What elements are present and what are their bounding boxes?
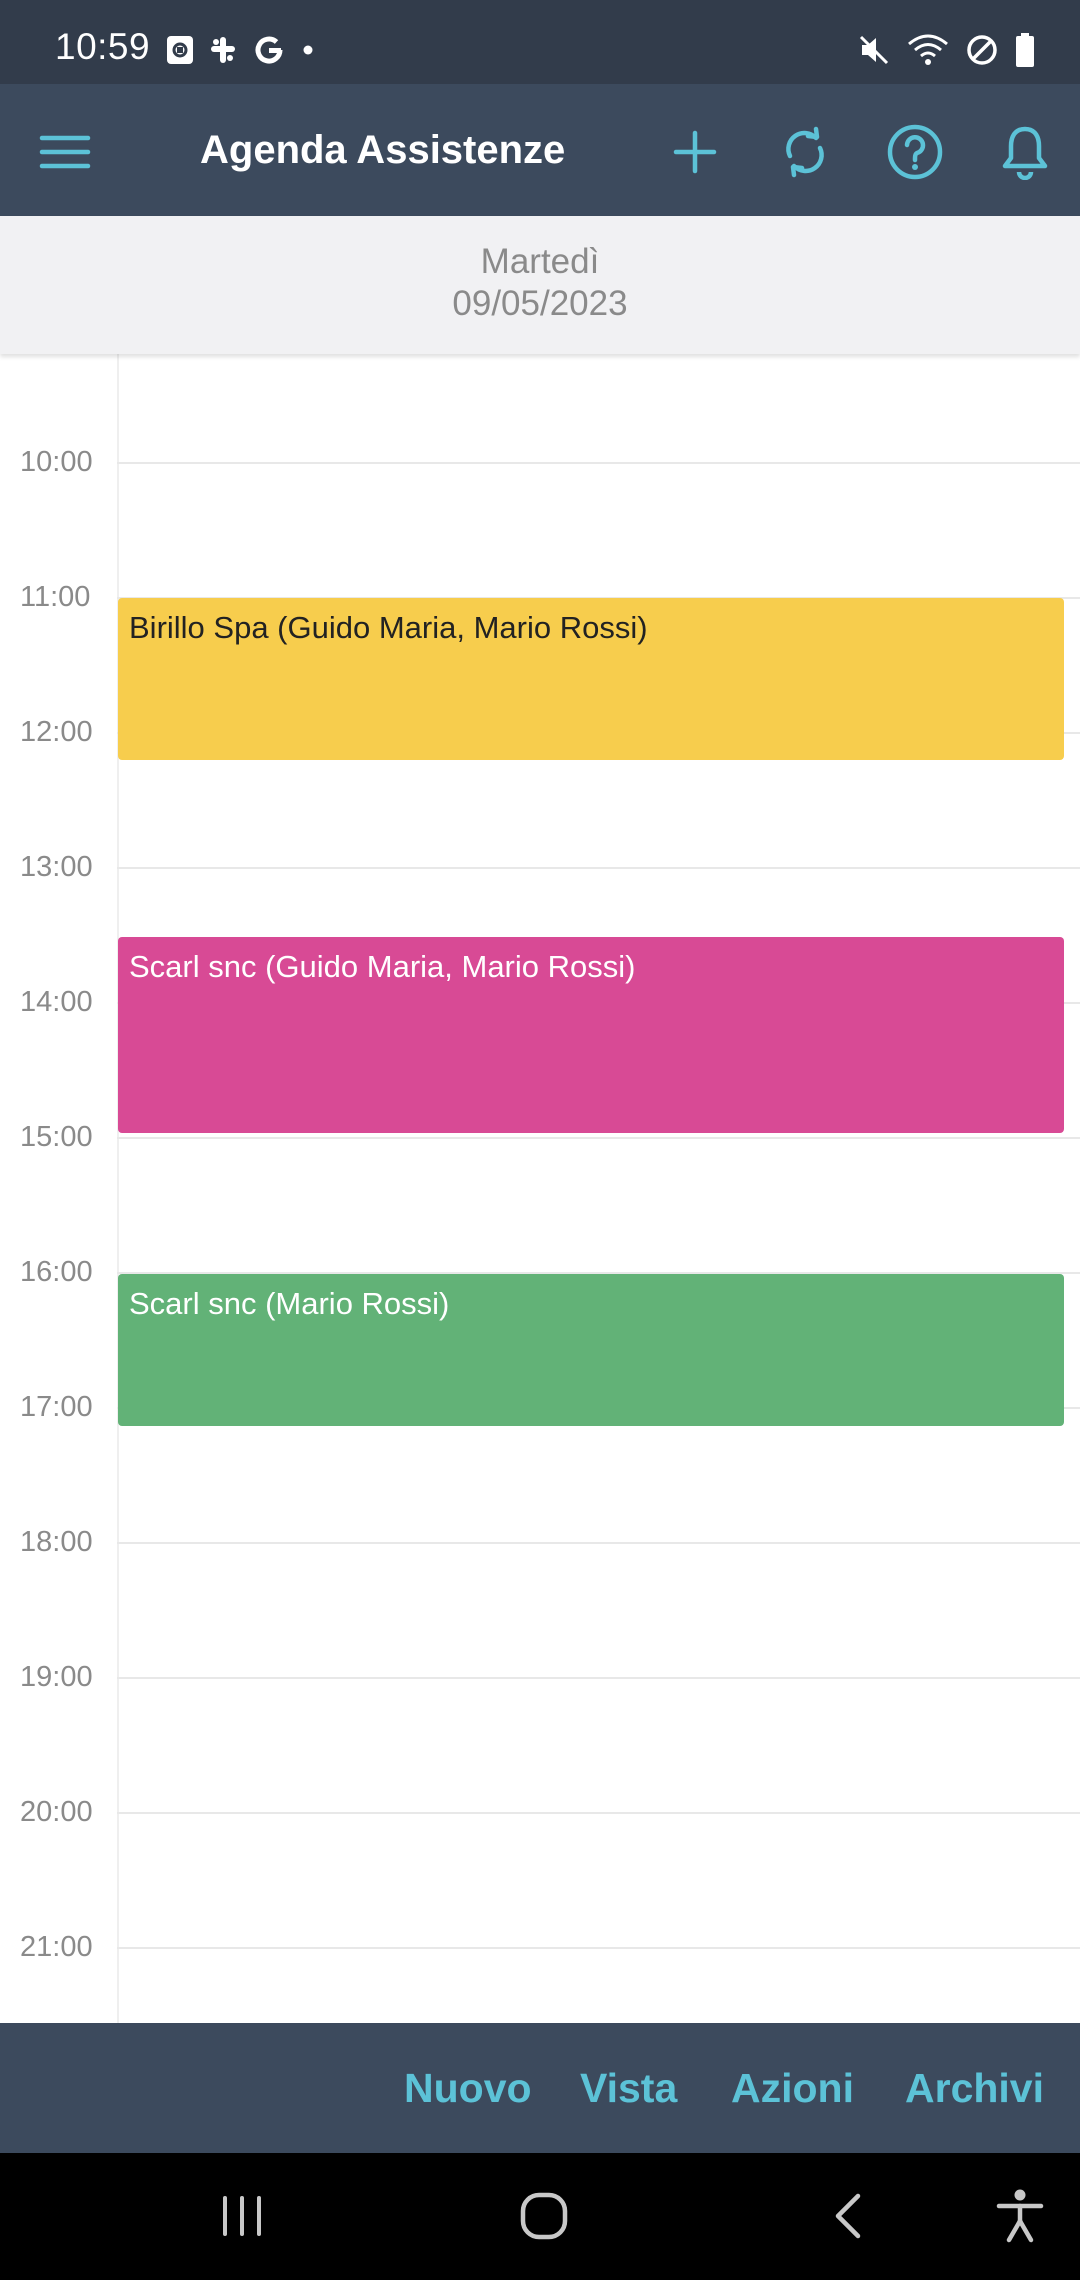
add-icon: [673, 130, 717, 174]
menu-button[interactable]: [33, 120, 97, 184]
hour-label: 14:00: [20, 986, 93, 1018]
back-button[interactable]: [808, 2183, 888, 2249]
mute-icon: [856, 32, 892, 68]
page-title: Agenda Assistenze: [200, 128, 566, 172]
home-button[interactable]: [504, 2183, 584, 2249]
app-bar: Agenda Assistenze: [0, 84, 1080, 216]
event-scarl-snc-2[interactable]: Scarl snc (Mario Rossi): [118, 1274, 1064, 1426]
accessibility-icon: [996, 2189, 1044, 2243]
do-not-disturb-icon: [964, 32, 1000, 68]
hour-label: 18:00: [20, 1526, 93, 1558]
wifi-icon: [906, 32, 950, 68]
date-header: Martedì 09/05/2023: [0, 216, 1080, 354]
back-icon: [835, 2193, 861, 2239]
event-title: Scarl snc (Mario Rossi): [129, 1286, 450, 1321]
day-calendar[interactable]: 10:00 11:00 12:00 13:00 14:00 15:00 16:0…: [0, 354, 1080, 2023]
actions-button[interactable]: Azioni: [731, 2023, 854, 2153]
status-time: 10:59: [55, 26, 151, 67]
status-bar: 10:59: [0, 0, 1080, 84]
hour-label: 15:00: [20, 1121, 93, 1153]
date-value: 09/05/2023: [452, 284, 628, 323]
home-icon: [520, 2192, 568, 2240]
hour-label: 12:00: [20, 716, 93, 748]
hour-label: 16:00: [20, 1256, 93, 1288]
hour-label: 11:00: [20, 581, 91, 613]
hour-label: 19:00: [20, 1661, 93, 1693]
event-birillo-spa[interactable]: Birillo Spa (Guido Maria, Mario Rossi): [118, 598, 1064, 760]
archives-button[interactable]: Archivi: [905, 2023, 1044, 2153]
hour-line: [117, 1542, 1080, 1544]
hour-label: 20:00: [20, 1796, 93, 1828]
hour-line: [117, 462, 1080, 464]
sync-icon: [786, 126, 824, 178]
hour-label: 21:00: [20, 1931, 93, 1963]
help-button[interactable]: [883, 120, 947, 184]
recent-apps-icon: [223, 2196, 261, 2236]
hour-label: 10:00: [20, 446, 93, 478]
slack-icon: [206, 33, 240, 67]
hour-label: 13:00: [20, 851, 93, 883]
hour-line: [117, 867, 1080, 869]
status-right-icons: [856, 28, 1036, 72]
calendar-notification-icon: [166, 34, 194, 66]
event-title: Scarl snc (Guido Maria, Mario Rossi): [129, 949, 636, 984]
event-title: Birillo Spa (Guido Maria, Mario Rossi): [129, 610, 648, 645]
accessibility-button[interactable]: [980, 2183, 1060, 2249]
add-button[interactable]: [663, 120, 727, 184]
hour-line: [117, 1137, 1080, 1139]
hour-line: [117, 1677, 1080, 1679]
bottom-action-bar: Nuovo Vista Azioni Archivi: [0, 2023, 1080, 2153]
battery-icon: [1014, 32, 1036, 68]
status-left-icons: [166, 30, 318, 70]
system-navigation-bar: [0, 2153, 1080, 2280]
hour-line: [117, 1812, 1080, 1814]
dot-icon: [298, 40, 318, 60]
sync-button[interactable]: [773, 120, 837, 184]
bell-icon: [1002, 126, 1048, 180]
day-name: Martedì: [480, 242, 600, 281]
view-button[interactable]: Vista: [580, 2023, 677, 2153]
recent-apps-button[interactable]: [202, 2183, 282, 2249]
notifications-button[interactable]: [993, 120, 1057, 184]
google-icon: [252, 33, 286, 67]
new-button[interactable]: Nuovo: [404, 2023, 532, 2153]
event-scarl-snc-1[interactable]: Scarl snc (Guido Maria, Mario Rossi): [118, 937, 1064, 1133]
hour-label: 17:00: [20, 1391, 93, 1423]
help-icon: [887, 124, 943, 180]
hour-line: [117, 1947, 1080, 1949]
menu-icon: [39, 135, 91, 169]
